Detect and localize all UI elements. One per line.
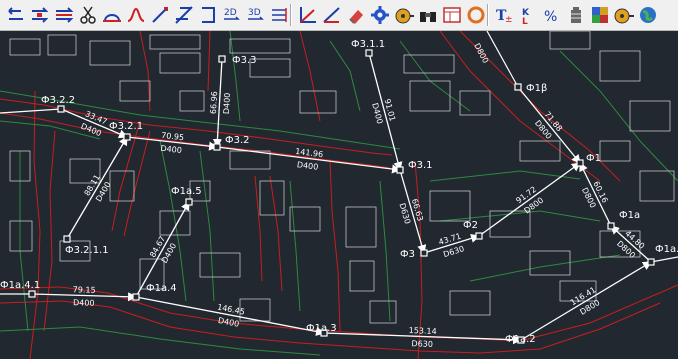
undo-arrow-icon[interactable] <box>5 4 27 26</box>
toolbar-separator <box>487 4 489 26</box>
pipe-segment[interactable] <box>66 136 128 240</box>
pipe-segment[interactable] <box>650 256 678 263</box>
svg-text:3D: 3D <box>248 8 261 18</box>
svg-text:%: % <box>544 9 557 25</box>
node-label: Ф1а.3 <box>306 323 337 334</box>
manhole-node[interactable] <box>28 290 36 298</box>
svg-text:2D: 2D <box>224 8 237 18</box>
manhole-node[interactable] <box>647 258 655 266</box>
node-label: Ф1а.4 <box>146 283 177 294</box>
binoculars-icon[interactable] <box>417 4 439 26</box>
manhole-node[interactable] <box>365 49 373 57</box>
manhole-node[interactable] <box>185 198 193 206</box>
node-label: Ф3.2.1.1 <box>65 245 109 256</box>
palette-icon[interactable] <box>589 4 611 26</box>
label-3d-icon[interactable]: 3D <box>245 4 267 26</box>
pipe-diameter-label: D400 <box>73 298 95 308</box>
node-label: Ф1 <box>586 153 601 164</box>
toolbar-separator <box>290 4 292 26</box>
node-label: Ф1а.5 <box>171 186 202 197</box>
manhole-node[interactable] <box>63 235 71 243</box>
pipe-segment[interactable] <box>135 296 326 336</box>
label-2d-icon[interactable]: 2D <box>221 4 243 26</box>
node-label: Ф3.2.2 <box>41 95 75 106</box>
node-label: Ф2 <box>463 220 478 231</box>
insert-node-icon[interactable] <box>29 4 51 26</box>
pipe-segment[interactable] <box>520 261 652 341</box>
slope-icon[interactable] <box>321 4 343 26</box>
cut-icon[interactable] <box>77 4 99 26</box>
node-label: Ф1а.4.1 <box>0 280 40 291</box>
smooth-line-icon[interactable] <box>125 4 147 26</box>
node-label: Ф3 <box>400 249 415 260</box>
cross-line-icon[interactable] <box>173 4 195 26</box>
pipe-diameter-label: D800 <box>472 42 490 65</box>
cad-application: 2D 3D T ± KL % 33.47 D400 70.95 D400 66.… <box>0 0 678 359</box>
manhole-node[interactable] <box>607 222 615 230</box>
axes-icon[interactable] <box>297 4 319 26</box>
manhole-node[interactable] <box>420 249 428 257</box>
pipe-diameter-label: D400 <box>160 144 182 155</box>
merge-lines-icon[interactable] <box>269 4 291 26</box>
node-label: Ф1а. <box>655 244 678 255</box>
manhole-node[interactable] <box>213 143 221 151</box>
manhole-node[interactable] <box>475 232 483 240</box>
manhole-node[interactable] <box>218 55 226 63</box>
toolbar: 2D 3D T ± KL % <box>0 0 678 31</box>
measure-tape-icon[interactable] <box>393 4 415 26</box>
pipe-diameter-label: D630 <box>411 339 433 349</box>
node-label: Ф3.2 <box>225 135 250 146</box>
drawing-canvas[interactable]: 33.47 D400 70.95 D400 66.96 D400 141.96 D400 91.… <box>0 31 678 359</box>
vertical-text-icon[interactable]: KL <box>517 4 539 26</box>
gear-icon[interactable] <box>369 4 391 26</box>
manhole-node[interactable] <box>132 293 140 301</box>
text-style-icon[interactable]: T ± <box>493 4 515 26</box>
manhole-node[interactable] <box>396 166 404 174</box>
table-window-icon[interactable] <box>441 4 463 26</box>
manhole-node[interactable] <box>123 133 131 141</box>
node-label: Ф3.1 <box>408 160 433 171</box>
node-label: Ф1а <box>619 210 640 221</box>
manhole-node[interactable] <box>514 83 522 91</box>
node-label: Ф3.2.1 <box>109 121 143 132</box>
building-outlines <box>9 31 675 324</box>
pipe-segment[interactable] <box>0 108 62 114</box>
arc-line-icon[interactable] <box>101 4 123 26</box>
manhole-node[interactable] <box>576 159 584 167</box>
svg-text:±: ± <box>505 15 513 25</box>
tape-measure-icon[interactable] <box>613 4 635 26</box>
draw-pipe-icon[interactable] <box>149 4 171 26</box>
manhole-node[interactable] <box>57 105 65 113</box>
pipe-diameter-label: D400 <box>296 160 318 172</box>
pipe-diameter-label: D400 <box>222 92 232 114</box>
ring-icon[interactable] <box>465 4 487 26</box>
split-line-icon[interactable] <box>53 4 75 26</box>
pipe-segment[interactable] <box>517 86 581 164</box>
globe-icon[interactable] <box>637 4 659 26</box>
node-label: Ф3.1.1 <box>351 39 385 50</box>
percent-icon[interactable]: % <box>541 4 563 26</box>
pipe-length-label: 66.96 <box>209 91 219 114</box>
pipe-segment[interactable] <box>486 31 519 88</box>
node-label: Ф1а.2 <box>505 334 536 345</box>
eraser-icon[interactable] <box>345 4 367 26</box>
manhole-icon[interactable] <box>565 4 587 26</box>
pipe-diameter-label: D400 <box>217 316 240 329</box>
pipe-length-label: 153.14 <box>409 326 437 336</box>
node-label: Ф1β <box>526 83 547 94</box>
pipe-length-label: 79.15 <box>73 285 96 295</box>
bracket-icon[interactable] <box>197 4 219 26</box>
node-label: Ф3.3 <box>232 55 257 66</box>
pipe-length-label: 146.45 <box>216 303 245 317</box>
svg-text:L: L <box>522 17 528 26</box>
